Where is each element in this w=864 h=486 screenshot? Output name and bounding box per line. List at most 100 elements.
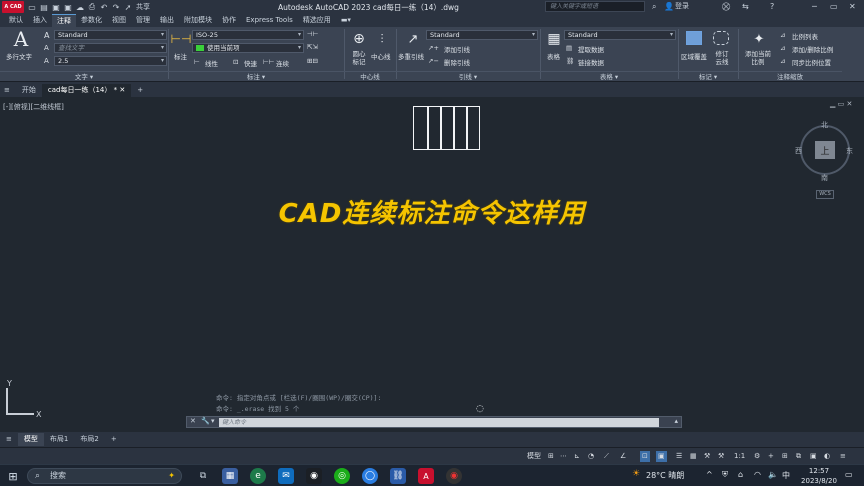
tab-view[interactable]: 视图 [107,14,131,27]
tab-home[interactable]: 默认 [4,14,28,27]
clock[interactable]: 12:57 2023/8/20 [798,466,840,486]
taskbar-search[interactable]: ⌕ 搜索 ✦ [27,468,182,484]
autocad-taskbar-icon[interactable]: A [418,468,434,484]
browser-icon[interactable]: ◯ [362,468,378,484]
table-style-select[interactable]: Standard [564,30,676,40]
dimension-icon[interactable]: ⊢⊣ [171,30,192,48]
qq-icon[interactable]: ◉ [306,468,322,484]
annotation-visibility-icon[interactable]: ⚒ [704,451,710,462]
save-as-icon[interactable]: ▣ [63,3,73,12]
wechat-icon[interactable]: ◎ [334,468,350,484]
new-file-icon[interactable]: ▭ [27,3,37,12]
add-delete-scale-icon[interactable]: ⊿ [780,44,785,52]
wifi-icon[interactable]: ◠ [754,470,761,479]
table-button[interactable]: 表格 [547,51,560,61]
weather-icon[interactable]: ☀ [632,469,640,479]
auto-scale-icon[interactable]: ⚒ [718,451,724,462]
ribbon-toggle-icon[interactable]: ▬▾ [336,14,356,27]
print-icon[interactable]: ⎙ [87,2,97,12]
tab-addins[interactable]: 附加模块 [179,14,217,27]
dim-panel-label[interactable]: 标注 ▾ [168,71,344,81]
tab-output[interactable]: 输出 [155,14,179,27]
open-folder-icon[interactable]: ▤ [39,3,49,12]
wipeout-button[interactable]: 区域覆盖 [681,51,707,61]
remove-leader-button[interactable]: 删除引线 [444,57,470,67]
layout-menu-icon[interactable]: ≡ [0,433,18,446]
table-panel-label[interactable]: 表格 ▾ [540,71,678,81]
search-icon[interactable]: ⌕ [652,1,656,12]
extract-data-button[interactable]: 提取数据 [578,44,604,54]
user-icon[interactable]: 👤 [664,1,674,12]
isolate-icon[interactable]: ◐ [824,451,830,462]
tab-annotate[interactable]: 注释 [52,14,76,27]
tab-parametric[interactable]: 参数化 [76,14,107,27]
quick-dim-icon[interactable]: ⊡ [233,58,238,66]
command-history-toggle-icon[interactable]: ▴ [674,417,678,425]
new-tab-icon[interactable]: + [131,84,149,97]
center-mark-icon[interactable]: ⊕ [350,30,368,48]
layout-tab-layout1[interactable]: 布局1 [44,433,74,446]
layout-tab-model[interactable]: 模型 [17,433,44,446]
leader-style-select[interactable]: Standard [426,30,538,40]
menu-toggle-icon[interactable]: ≡ [0,84,16,97]
save-icon[interactable]: ▣ [51,3,61,12]
cloud-save-icon[interactable]: ☁ [75,3,85,12]
remove-leader-icon[interactable]: ↗− [428,57,439,65]
compass-south[interactable]: 南 [821,173,828,183]
tray-chevron-icon[interactable]: ^ [706,470,713,479]
command-customize-icon[interactable]: 🔧 [201,417,210,425]
tab-collaborate[interactable]: 协作 [217,14,241,27]
layout-tab-layout2[interactable]: 布局2 [74,433,104,446]
autocad-logo[interactable]: A CAD [2,1,24,13]
extract-data-icon[interactable]: ▤ [566,44,572,52]
multileader-icon[interactable]: ↗ [404,30,422,48]
revcloud-button[interactable]: 修订云线 [713,50,731,66]
recorder-icon[interactable]: ◉ [446,468,462,484]
weather-text[interactable]: 28°C 晴朗 [646,470,684,481]
table-icon[interactable]: ▦ [545,30,563,48]
add-delete-scale-button[interactable]: 添加/删除比例 [792,44,833,54]
scale-list-icon[interactable]: ⊿ [780,31,785,39]
lineweight-icon[interactable]: ☰ [676,451,682,462]
customization-icon[interactable]: ≡ [840,451,846,462]
minimize-icon[interactable]: ─ [812,1,817,12]
linear-dim-button[interactable]: 线性 [205,58,218,68]
doc-tab-file[interactable]: cad每日一练（14） * ✕ [41,84,132,97]
dim-tool-3-icon[interactable]: ⊞⊟ [307,57,318,65]
login-button[interactable]: 登录 [675,1,689,12]
tab-manage[interactable]: 管理 [131,14,155,27]
undo-icon[interactable]: ↶ [99,3,109,12]
dim-layer-select[interactable]: 使用当前项 [192,43,304,53]
notification-icon[interactable]: ▭ [845,470,853,479]
cart-icon[interactable]: ⛒ [722,1,730,12]
center-mark-button[interactable]: 圆心标记 [351,50,367,66]
add-leader-button[interactable]: 添加引线 [444,44,470,54]
dim-style-select[interactable]: ISO-25 [192,30,304,40]
wcs-menu[interactable]: WCS [816,190,834,199]
model-space-button[interactable]: 模型 [527,451,541,462]
mtext-button[interactable]: 多行文字 [6,51,32,61]
mtext-icon[interactable]: A [10,27,32,51]
selection-cycling-icon[interactable]: ▣ [656,451,667,462]
annotation-scale[interactable]: 1:1 [734,451,745,462]
isodraft-icon[interactable]: ⟋ [604,451,609,462]
compass-east[interactable]: 东 [846,146,853,156]
add-scale-icon[interactable]: ✦ [750,30,768,48]
polar-icon[interactable]: ◔ [588,451,594,462]
connect-icon[interactable]: ⇆ [742,1,749,12]
text-height-select[interactable]: 2.5 [54,56,167,66]
link-data-icon[interactable]: ⛓ [566,57,574,65]
quick-properties-icon[interactable]: ⧉ [796,451,801,462]
quick-dim-button[interactable]: 快速 [244,58,257,68]
workspace-gear-icon[interactable]: ⚙ [754,451,760,462]
sync-scale-icon[interactable]: ⊿ [780,57,785,65]
continue-dim-button[interactable]: 连续 [276,58,289,68]
network-icon[interactable]: ⌂ [738,470,743,479]
viewcube-top-face[interactable]: 上 [815,141,835,159]
volume-icon[interactable]: 🔈 [768,470,778,479]
centerline-button[interactable]: 中心线 [371,51,391,61]
transparency-icon[interactable]: ▦ [690,451,697,462]
restore-icon[interactable]: ▭ [830,1,838,12]
add-current-scale-button[interactable]: 添加当前比例 [743,50,773,66]
units-icon[interactable]: ⊞ [782,451,788,462]
